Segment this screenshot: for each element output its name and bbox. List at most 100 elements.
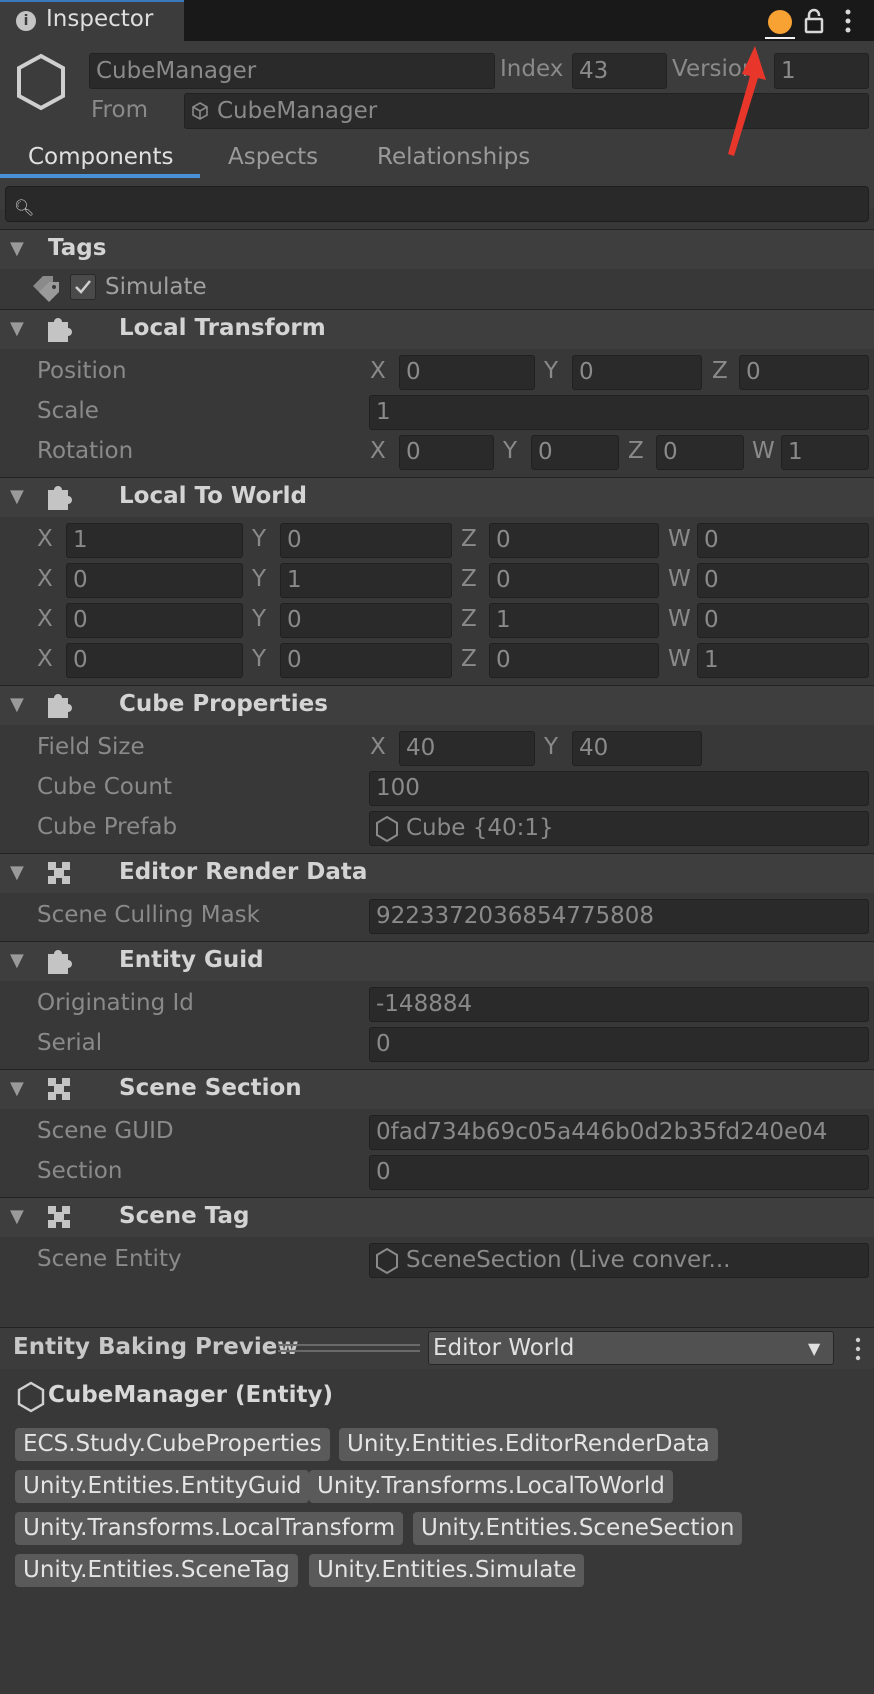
entity-icon xyxy=(17,1381,45,1413)
index-field[interactable]: 43 xyxy=(572,53,667,89)
cube-count-field[interactable]: 100 xyxy=(369,771,869,806)
matrix-r2-y-field[interactable]: 0 xyxy=(280,603,452,638)
field-size-y-field[interactable]: 40 xyxy=(572,731,702,766)
position-z-field[interactable]: 0 xyxy=(739,355,869,390)
info-icon: i xyxy=(16,11,36,31)
originating-id-field[interactable]: -148884 xyxy=(369,987,869,1022)
tags-title: Tags xyxy=(48,235,107,261)
cube-prefab-label: Cube Prefab xyxy=(37,814,178,840)
component-chip[interactable]: Unity.Entities.Simulate xyxy=(309,1554,585,1587)
axis-w-label: W xyxy=(668,566,691,592)
field-size-label: Field Size xyxy=(37,734,145,760)
position-x-field[interactable]: 0 xyxy=(399,355,535,390)
entity-guid-title: Entity Guid xyxy=(119,947,264,973)
collapse-arrow-icon[interactable]: ▼ xyxy=(10,238,24,259)
field-size-x-field[interactable]: 40 xyxy=(399,731,535,766)
cube-icon xyxy=(192,102,208,120)
rotation-w-field[interactable]: 1 xyxy=(781,435,869,470)
scene-entity-value: SceneSection (Live conver... xyxy=(406,1247,731,1273)
matrix-r1-x-field[interactable]: 0 xyxy=(66,563,243,598)
collapse-arrow-icon[interactable]: ▼ xyxy=(10,318,24,339)
component-chip[interactable]: Unity.Entities.EntityGuid xyxy=(15,1470,310,1503)
from-label: From xyxy=(91,97,148,123)
search-icon: 🔍︎ xyxy=(14,198,35,217)
section-label: Section xyxy=(37,1158,123,1184)
axis-z-label: Z xyxy=(628,438,644,464)
matrix-r2-x-field[interactable]: 0 xyxy=(66,603,243,638)
collapse-arrow-icon[interactable]: ▼ xyxy=(10,486,24,507)
inspector-tab-label: Inspector xyxy=(46,6,154,32)
world-dropdown-value: Editor World xyxy=(433,1335,575,1361)
component-chip[interactable]: Unity.Entities.EditorRenderData xyxy=(339,1428,718,1461)
tab-relationships[interactable]: Relationships xyxy=(377,144,530,170)
lock-icon[interactable] xyxy=(804,8,824,34)
component-chip[interactable]: Unity.Transforms.LocalTransform xyxy=(15,1512,404,1545)
rotation-z-field[interactable]: 0 xyxy=(656,435,744,470)
cube-prefab-field[interactable]: Cube {40:1} xyxy=(369,811,869,846)
scale-field[interactable]: 1 xyxy=(369,395,869,430)
scale-label: Scale xyxy=(37,398,99,424)
section-field[interactable]: 0 xyxy=(369,1155,869,1190)
puzzle-icon xyxy=(48,950,72,974)
annotation-arrow-icon xyxy=(728,46,766,156)
rotation-x-field[interactable]: 0 xyxy=(399,435,494,470)
matrix-r1-y-field[interactable]: 1 xyxy=(280,563,452,598)
tab-aspects[interactable]: Aspects xyxy=(228,144,318,170)
scene-section-title: Scene Section xyxy=(119,1075,302,1101)
entity-name-field[interactable]: CubeManager xyxy=(89,53,495,89)
version-field[interactable]: 1 xyxy=(774,53,869,89)
kebab-menu-icon[interactable] xyxy=(852,1336,864,1362)
axis-x-label: X xyxy=(37,606,53,632)
status-dot-icon[interactable] xyxy=(768,10,792,34)
matrix-r2-z-field[interactable]: 1 xyxy=(489,603,659,638)
scene-entity-field[interactable]: SceneSection (Live conver... xyxy=(369,1243,869,1278)
position-label: Position xyxy=(37,358,127,384)
collapse-arrow-icon[interactable]: ▼ xyxy=(10,694,24,715)
serial-field[interactable]: 0 xyxy=(369,1027,869,1062)
editor-render-data-title: Editor Render Data xyxy=(119,859,368,885)
simulate-checkbox[interactable] xyxy=(70,274,96,300)
entity-icon xyxy=(17,53,65,111)
scene-guid-field[interactable]: 0fad734b69c05a446b0d2b35fd240e04 xyxy=(369,1115,869,1150)
component-chip[interactable]: Unity.Entities.SceneTag xyxy=(15,1554,298,1587)
collapse-arrow-icon[interactable]: ▼ xyxy=(10,950,24,971)
matrix-r0-y-field[interactable]: 0 xyxy=(280,523,452,558)
matrix-r3-w-field[interactable]: 1 xyxy=(697,643,869,678)
collapse-arrow-icon[interactable]: ▼ xyxy=(10,862,24,883)
collapse-arrow-icon[interactable]: ▼ xyxy=(10,1078,24,1099)
scene-guid-label: Scene GUID xyxy=(37,1118,174,1144)
resize-handle[interactable] xyxy=(278,1344,420,1352)
serial-label: Serial xyxy=(37,1030,103,1056)
component-chip[interactable]: Unity.Entities.SceneSection xyxy=(413,1512,743,1545)
matrix-r2-w-field[interactable]: 0 xyxy=(697,603,869,638)
world-dropdown[interactable]: Editor World xyxy=(428,1331,834,1365)
position-y-field[interactable]: 0 xyxy=(572,355,702,390)
matrix-r1-w-field[interactable]: 0 xyxy=(697,563,869,598)
matrix-r3-x-field[interactable]: 0 xyxy=(66,643,243,678)
system-component-icon xyxy=(48,1206,70,1228)
component-chip[interactable]: Unity.Transforms.LocalToWorld xyxy=(309,1470,673,1503)
matrix-r0-w-field[interactable]: 0 xyxy=(697,523,869,558)
matrix-r3-z-field[interactable]: 0 xyxy=(489,643,659,678)
checkmark-icon xyxy=(75,280,91,294)
tab-components[interactable]: Components xyxy=(28,144,174,170)
collapse-arrow-icon[interactable]: ▼ xyxy=(10,1206,24,1227)
matrix-r3-y-field[interactable]: 0 xyxy=(280,643,452,678)
search-input[interactable] xyxy=(5,186,869,222)
matrix-r0-x-field[interactable]: 1 xyxy=(66,523,243,558)
axis-x-label: X xyxy=(370,734,386,760)
scene-culling-mask-field[interactable]: 9223372036854775808 xyxy=(369,899,869,934)
matrix-r1-z-field[interactable]: 0 xyxy=(489,563,659,598)
axis-y-label: Y xyxy=(252,606,267,632)
entity-icon xyxy=(376,815,398,843)
axis-x-label: X xyxy=(37,526,53,552)
kebab-menu-icon[interactable] xyxy=(840,8,856,34)
cube-prefab-value: Cube {40:1} xyxy=(406,815,554,841)
matrix-r0-z-field[interactable]: 0 xyxy=(489,523,659,558)
component-chip[interactable]: ECS.Study.CubeProperties xyxy=(15,1428,330,1461)
scene-tag-title: Scene Tag xyxy=(119,1203,250,1229)
tags-header[interactable] xyxy=(0,229,874,269)
rotation-y-field[interactable]: 0 xyxy=(531,435,619,470)
active-tab-indicator xyxy=(0,174,200,178)
index-label: Index xyxy=(500,56,564,82)
